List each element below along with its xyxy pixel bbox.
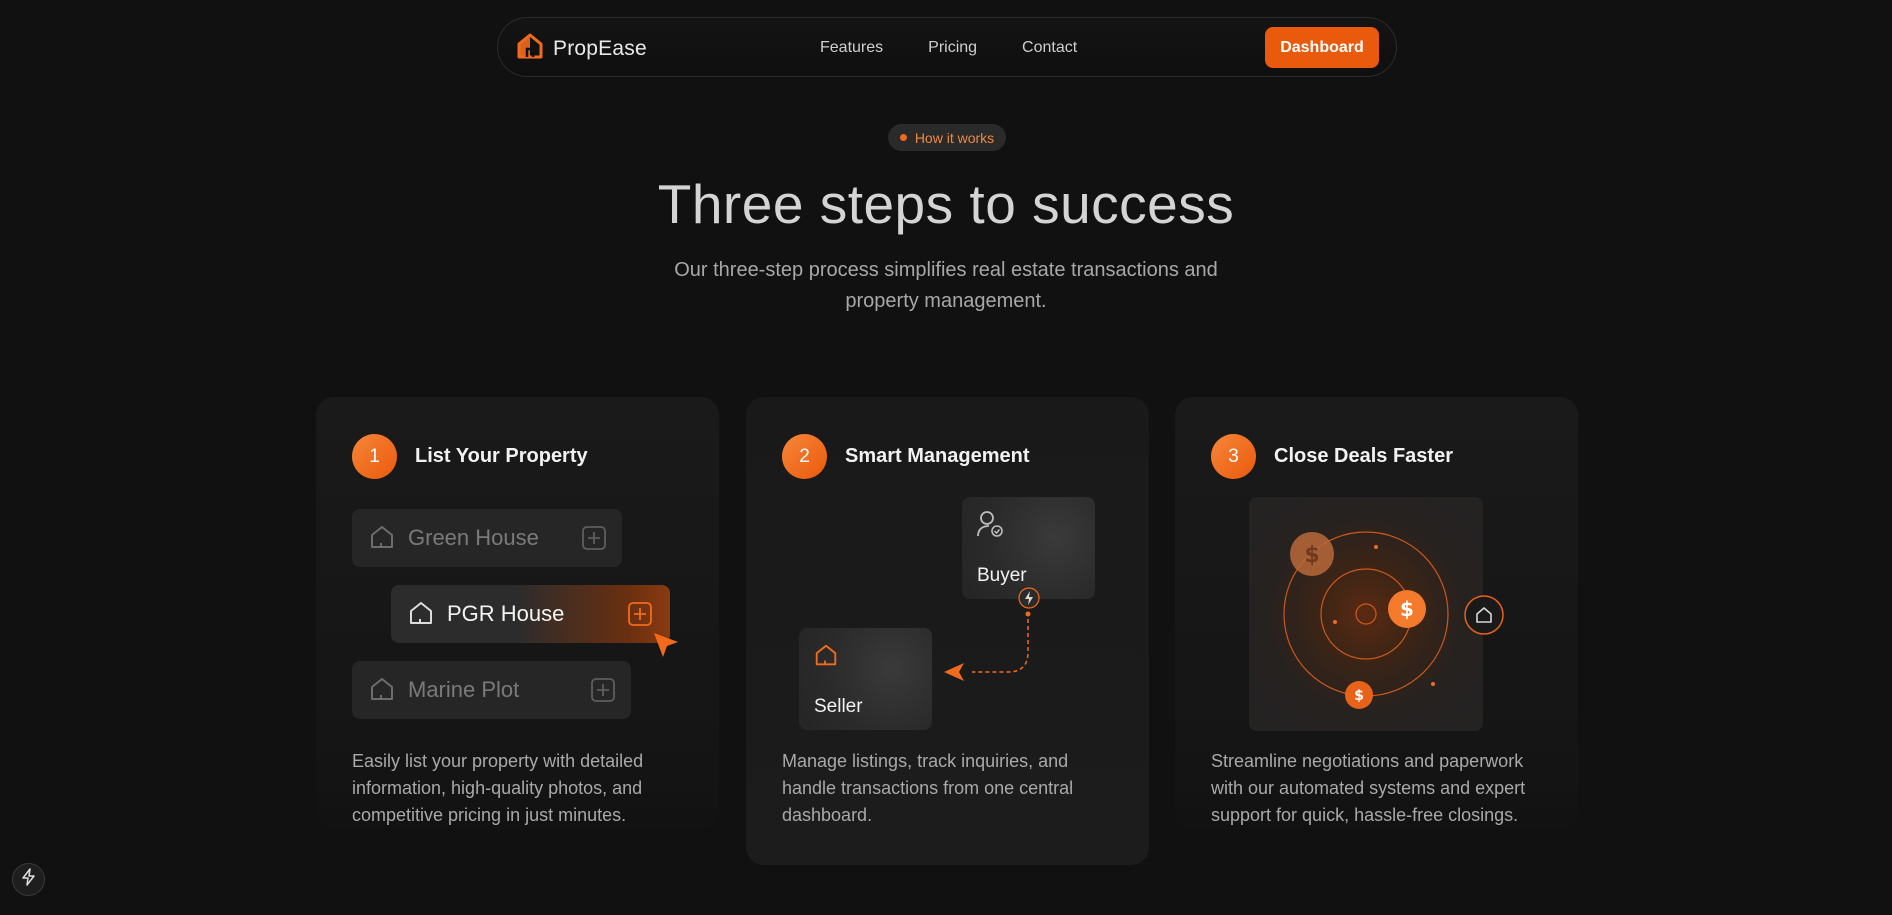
step-description: Easily list your property with detailed … (352, 751, 644, 825)
step-card-list-property: 1 List Your Property Green House PGR Hou… (316, 397, 719, 829)
step-description: Manage listings, track inquiries, and ha… (782, 751, 1074, 825)
plus-icon[interactable] (582, 526, 606, 555)
nav-links: Features Pricing Contact (820, 18, 1077, 78)
brand[interactable]: PropEase (515, 31, 647, 66)
seller-card[interactable]: Seller (799, 628, 932, 730)
house-icon (813, 642, 839, 673)
flow-connector (944, 611, 1031, 681)
step-description: Streamline negotiations and paperwork wi… (1211, 751, 1526, 825)
step-number: 1 (352, 434, 397, 479)
svg-text:$: $ (1304, 543, 1319, 568)
step-title: Close Deals Faster (1274, 445, 1453, 467)
step-title: List Your Property (415, 445, 588, 467)
dashboard-button[interactable]: Dashboard (1265, 27, 1379, 68)
seller-label: Seller (814, 696, 863, 717)
house-icon (1463, 594, 1505, 641)
nav-link-pricing[interactable]: Pricing (928, 39, 977, 57)
step-number: 2 (782, 434, 827, 479)
dev-tools-button[interactable] (12, 863, 45, 896)
buyer-card[interactable]: Buyer (962, 497, 1095, 599)
property-item[interactable]: Marine Plot (352, 661, 631, 719)
nav-link-features[interactable]: Features (820, 39, 883, 57)
user-check-icon (976, 509, 1004, 544)
buyer-label: Buyer (977, 565, 1027, 586)
house-icon (368, 675, 396, 708)
page-subtitle: Our three-step process simplifies real e… (674, 259, 1218, 312)
house-icon (368, 523, 396, 556)
house-icon (407, 599, 435, 632)
bolt-icon (20, 868, 38, 891)
badge-dot-icon (899, 134, 907, 141)
dollar-icon: $ (1388, 590, 1426, 633)
step-card-close-deals: 3 Close Deals Faster $ $ $ Streamline ne… (1175, 397, 1578, 829)
step-title: Smart Management (845, 445, 1030, 467)
house-logo-icon (515, 31, 545, 66)
cursor-arrow-icon (651, 630, 681, 665)
badge-label: How it works (914, 129, 995, 146)
svg-text:$: $ (1354, 688, 1364, 704)
step-header: 3 Close Deals Faster (1211, 434, 1453, 479)
svg-text:$: $ (1400, 597, 1414, 621)
deal-orbit-visual: $ $ $ (1249, 497, 1483, 731)
brand-name: PropEase (553, 36, 647, 60)
plus-icon[interactable] (591, 678, 615, 707)
plus-icon[interactable] (628, 602, 652, 631)
page-title: Three steps to success (657, 173, 1235, 235)
dollar-icon: $ (1290, 532, 1334, 581)
section-badge: How it works (888, 124, 1006, 151)
step-number: 3 (1211, 434, 1256, 479)
property-name: PGR House (447, 601, 565, 626)
dollar-icon: $ (1345, 681, 1373, 714)
step-card-smart-management: 2 Smart Management Buyer Seller Manage l… (746, 397, 1149, 865)
property-name: Marine Plot (408, 677, 520, 702)
property-name: Green House (408, 525, 539, 550)
property-item-active[interactable]: PGR House (391, 585, 670, 643)
step-header: 2 Smart Management (782, 434, 1030, 479)
property-item[interactable]: Green House (352, 509, 622, 567)
step-header: 1 List Your Property (352, 434, 588, 479)
top-navbar: PropEase Features Pricing Contact Dashbo… (497, 17, 1397, 77)
nav-link-contact[interactable]: Contact (1022, 39, 1077, 57)
